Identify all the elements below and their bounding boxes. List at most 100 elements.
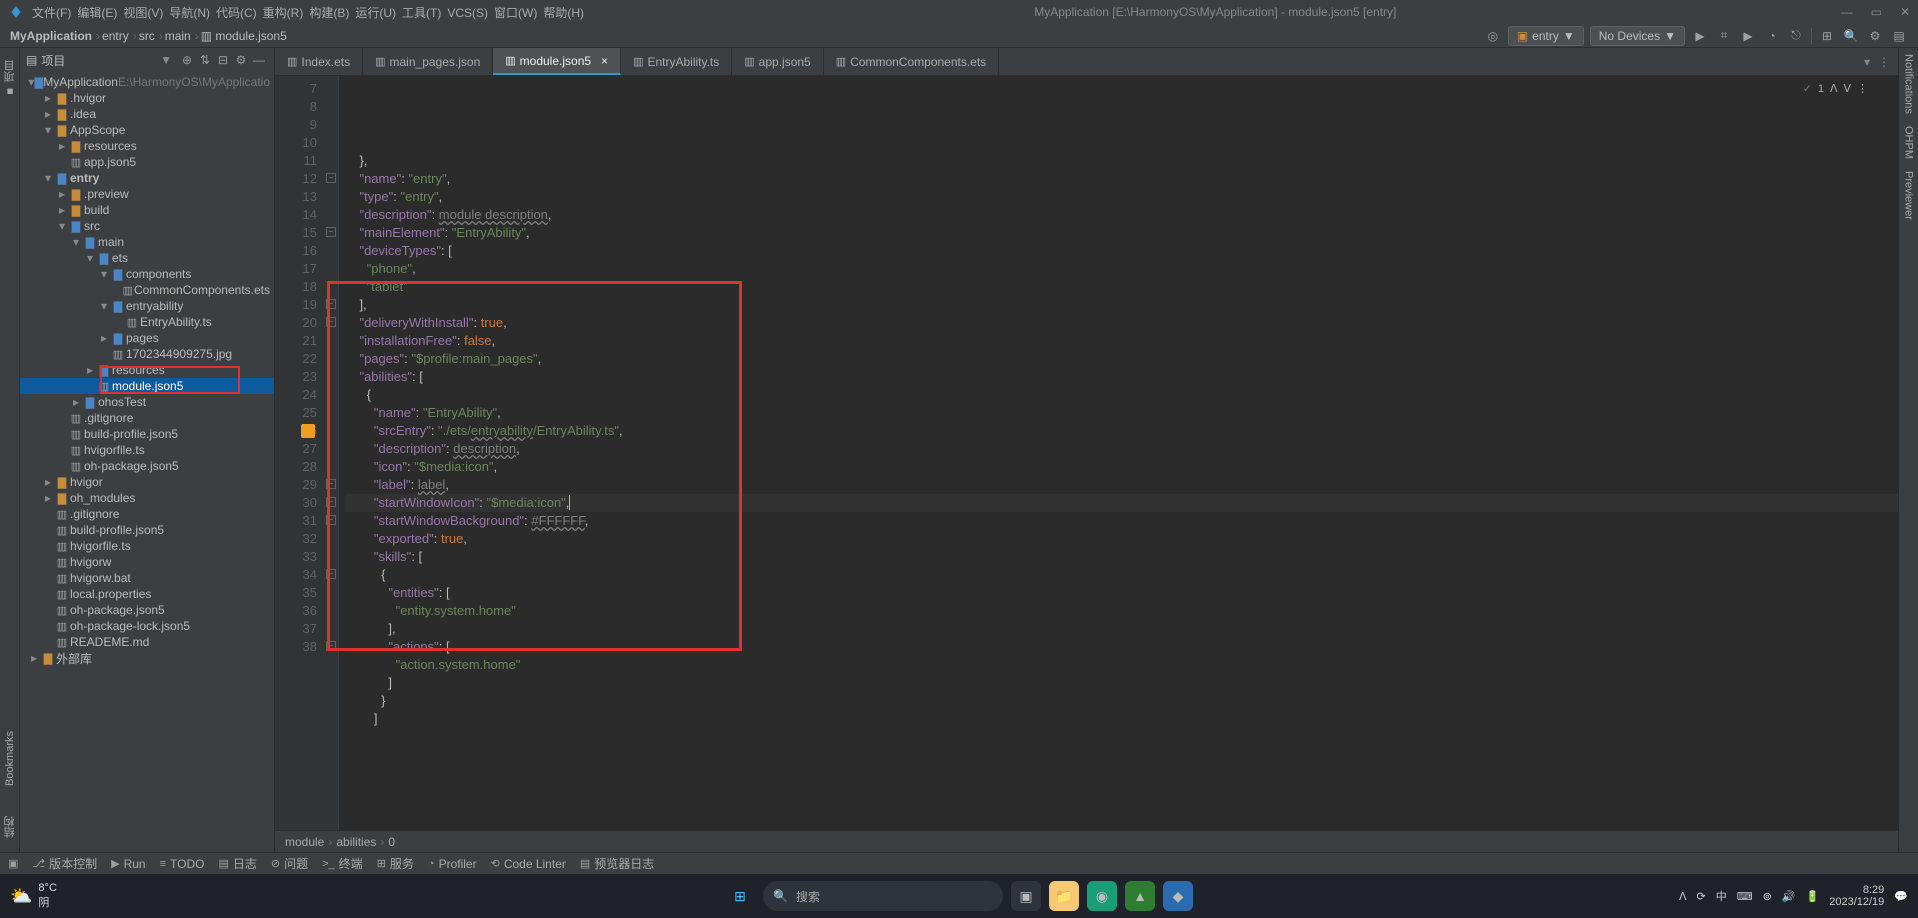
maximize-icon[interactable]: ▭ bbox=[1871, 5, 1882, 19]
tree-twisty-icon[interactable]: ▾ bbox=[84, 251, 96, 265]
tree-node[interactable]: ▾▇main bbox=[20, 234, 274, 250]
menu-item[interactable]: 重构(R) bbox=[263, 6, 304, 20]
editor-tab[interactable]: ▥EntryAbility.ts bbox=[621, 48, 732, 75]
tree-node[interactable]: ▥hvigorw bbox=[20, 554, 274, 570]
explorer-icon[interactable]: 📁 bbox=[1049, 881, 1079, 911]
fold-icon[interactable]: − bbox=[326, 569, 336, 579]
code-line[interactable]: "name": "entry", bbox=[345, 170, 1898, 188]
menu-item[interactable]: 构建(B) bbox=[309, 6, 349, 20]
tree-twisty-icon[interactable]: ▾ bbox=[70, 235, 82, 249]
bottom-tool-button[interactable]: ⊞服务 bbox=[377, 855, 414, 872]
line-number[interactable]: 36 bbox=[275, 602, 317, 620]
tree-node[interactable]: ▸▇.hvigor bbox=[20, 90, 274, 106]
tool-button-tray-icon[interactable]: ▣ bbox=[8, 857, 18, 870]
tree-twisty-icon[interactable]: ▸ bbox=[56, 139, 68, 153]
tree-node[interactable]: ▥READEME.md bbox=[20, 634, 274, 650]
code-line[interactable]: "label": label, bbox=[345, 476, 1898, 494]
expand-icon[interactable]: ⇅ bbox=[196, 51, 214, 69]
code-line[interactable]: ], bbox=[345, 296, 1898, 314]
nav-breadcrumbs[interactable]: MyApplication›entry›src›main›▥ module.js… bbox=[10, 29, 289, 43]
tree-node[interactable]: ▥oh-package.json5 bbox=[20, 602, 274, 618]
fold-icon[interactable]: − bbox=[326, 317, 336, 327]
line-number[interactable]: 33 bbox=[275, 548, 317, 566]
code-line[interactable]: "name": "EntryAbility", bbox=[345, 404, 1898, 422]
right-tool-tab[interactable]: Notifications bbox=[1903, 48, 1915, 120]
line-number[interactable]: 22 bbox=[275, 350, 317, 368]
taskbar-clock[interactable]: 8:29 2023/12/19 bbox=[1829, 884, 1884, 908]
gear-icon[interactable]: ⚙ bbox=[232, 51, 250, 69]
prev-icon[interactable]: ᐱ bbox=[1830, 80, 1838, 98]
minimize-icon[interactable]: ― bbox=[1841, 5, 1853, 19]
code-line[interactable]: "installationFree": false, bbox=[345, 332, 1898, 350]
tree-twisty-icon[interactable]: ▾ bbox=[42, 171, 54, 185]
tree-node[interactable]: ▥1702344909275.jpg bbox=[20, 346, 274, 362]
tree-twisty-icon[interactable]: ▸ bbox=[70, 395, 82, 409]
right-tool-tab[interactable]: OHPM bbox=[1903, 120, 1915, 165]
tree-node[interactable]: ▾▇ets bbox=[20, 250, 274, 266]
tree-node[interactable]: ▸▇.idea bbox=[20, 106, 274, 122]
tree-twisty-icon[interactable]: ▸ bbox=[98, 331, 110, 345]
tree-node[interactable]: ▥.gitignore bbox=[20, 506, 274, 522]
chevron-down-icon[interactable]: ▼ bbox=[160, 53, 172, 67]
line-number[interactable]: 11 bbox=[275, 152, 317, 170]
tree-node[interactable]: ▾▇entry bbox=[20, 170, 274, 186]
bullseye-icon[interactable]: ◎ bbox=[1484, 27, 1502, 45]
tree-node[interactable]: ▸▇resources bbox=[20, 138, 274, 154]
tree-node[interactable]: ▥local.properties bbox=[20, 586, 274, 602]
profile-icon[interactable]: ◔ bbox=[1763, 27, 1781, 45]
tree-twisty-icon[interactable]: ▾ bbox=[98, 267, 110, 281]
tree-node[interactable]: ▸▇resources bbox=[20, 362, 274, 378]
line-number[interactable]: 30 bbox=[275, 494, 317, 512]
code-line[interactable]: "action.system.home" bbox=[345, 656, 1898, 674]
code-line[interactable]: }, bbox=[345, 152, 1898, 170]
tree-twisty-icon[interactable]: ▸ bbox=[56, 203, 68, 217]
code-breadcrumb-item[interactable]: abilities bbox=[336, 835, 376, 849]
coverage-icon[interactable]: ▶ bbox=[1739, 27, 1757, 45]
menu-item[interactable]: 代码(C) bbox=[216, 6, 257, 20]
line-number[interactable]: 9 bbox=[275, 116, 317, 134]
build-icon[interactable]: ⊞ bbox=[1818, 27, 1836, 45]
tree-twisty-icon[interactable]: ▸ bbox=[84, 363, 96, 377]
code-line[interactable]: "entities": [ bbox=[345, 584, 1898, 602]
tree-node[interactable]: ▥hvigorfile.ts bbox=[20, 442, 274, 458]
menu-item[interactable]: 视图(V) bbox=[123, 6, 163, 20]
tree-node[interactable]: ▥hvigorfile.ts bbox=[20, 538, 274, 554]
line-number[interactable]: 19 bbox=[275, 296, 317, 314]
deveco-icon[interactable]: ◆ bbox=[1163, 881, 1193, 911]
code-line[interactable]: "deviceTypes": [ bbox=[345, 242, 1898, 260]
menu-item[interactable]: 文件(F) bbox=[32, 6, 71, 20]
collapse-icon[interactable]: ⊟ bbox=[214, 51, 232, 69]
menu-item[interactable]: VCS(S) bbox=[447, 6, 488, 20]
structure-tab[interactable]: 结构 bbox=[2, 810, 18, 844]
editor-tab[interactable]: ▥app.json5 bbox=[732, 48, 823, 75]
tray-ime-icon[interactable]: 中 bbox=[1716, 888, 1727, 904]
editor-tab[interactable]: ▥Index.ets bbox=[275, 48, 363, 75]
tree-twisty-icon[interactable]: ▸ bbox=[42, 107, 54, 121]
fold-icon[interactable]: − bbox=[326, 641, 336, 651]
line-number[interactable]: 32 bbox=[275, 530, 317, 548]
breadcrumb-item[interactable]: src bbox=[139, 29, 155, 43]
tab-close-icon[interactable]: × bbox=[601, 54, 608, 68]
line-number[interactable]: 35 bbox=[275, 584, 317, 602]
tree-twisty-icon[interactable]: ▸ bbox=[42, 491, 54, 505]
line-number[interactable]: 13 bbox=[275, 188, 317, 206]
code-line[interactable]: ] bbox=[345, 710, 1898, 728]
code-line[interactable]: "deliveryWithInstall": true, bbox=[345, 314, 1898, 332]
bottom-tool-button[interactable]: >_终端 bbox=[322, 855, 363, 872]
tree-twisty-icon[interactable]: ▸ bbox=[42, 475, 54, 489]
menu-item[interactable]: 运行(U) bbox=[355, 6, 396, 20]
fold-icon[interactable]: − bbox=[326, 497, 336, 507]
tree-node[interactable]: ▥build-profile.json5 bbox=[20, 522, 274, 538]
breadcrumb-item[interactable]: MyApplication bbox=[10, 29, 92, 43]
menu-item[interactable]: 工具(T) bbox=[402, 6, 441, 20]
tree-node[interactable]: ▸▇ohosTest bbox=[20, 394, 274, 410]
code-line[interactable]: "srcEntry": "./ets/entryability/EntryAbi… bbox=[345, 422, 1898, 440]
fold-icon[interactable]: − bbox=[326, 515, 336, 525]
code-line[interactable]: "type": "entry", bbox=[345, 188, 1898, 206]
tree-twisty-icon[interactable]: ▾ bbox=[56, 219, 68, 233]
tree-node[interactable]: ▥oh-package-lock.json5 bbox=[20, 618, 274, 634]
tray-input-icon[interactable]: ⌨ bbox=[1737, 890, 1753, 903]
tree-node[interactable]: ▸▇hvigor bbox=[20, 474, 274, 490]
tree-twisty-icon[interactable]: ▸ bbox=[28, 651, 40, 665]
main-menu[interactable]: 文件(F)编辑(E)视图(V)导航(N)代码(C)重构(R)构建(B)运行(U)… bbox=[32, 4, 590, 21]
